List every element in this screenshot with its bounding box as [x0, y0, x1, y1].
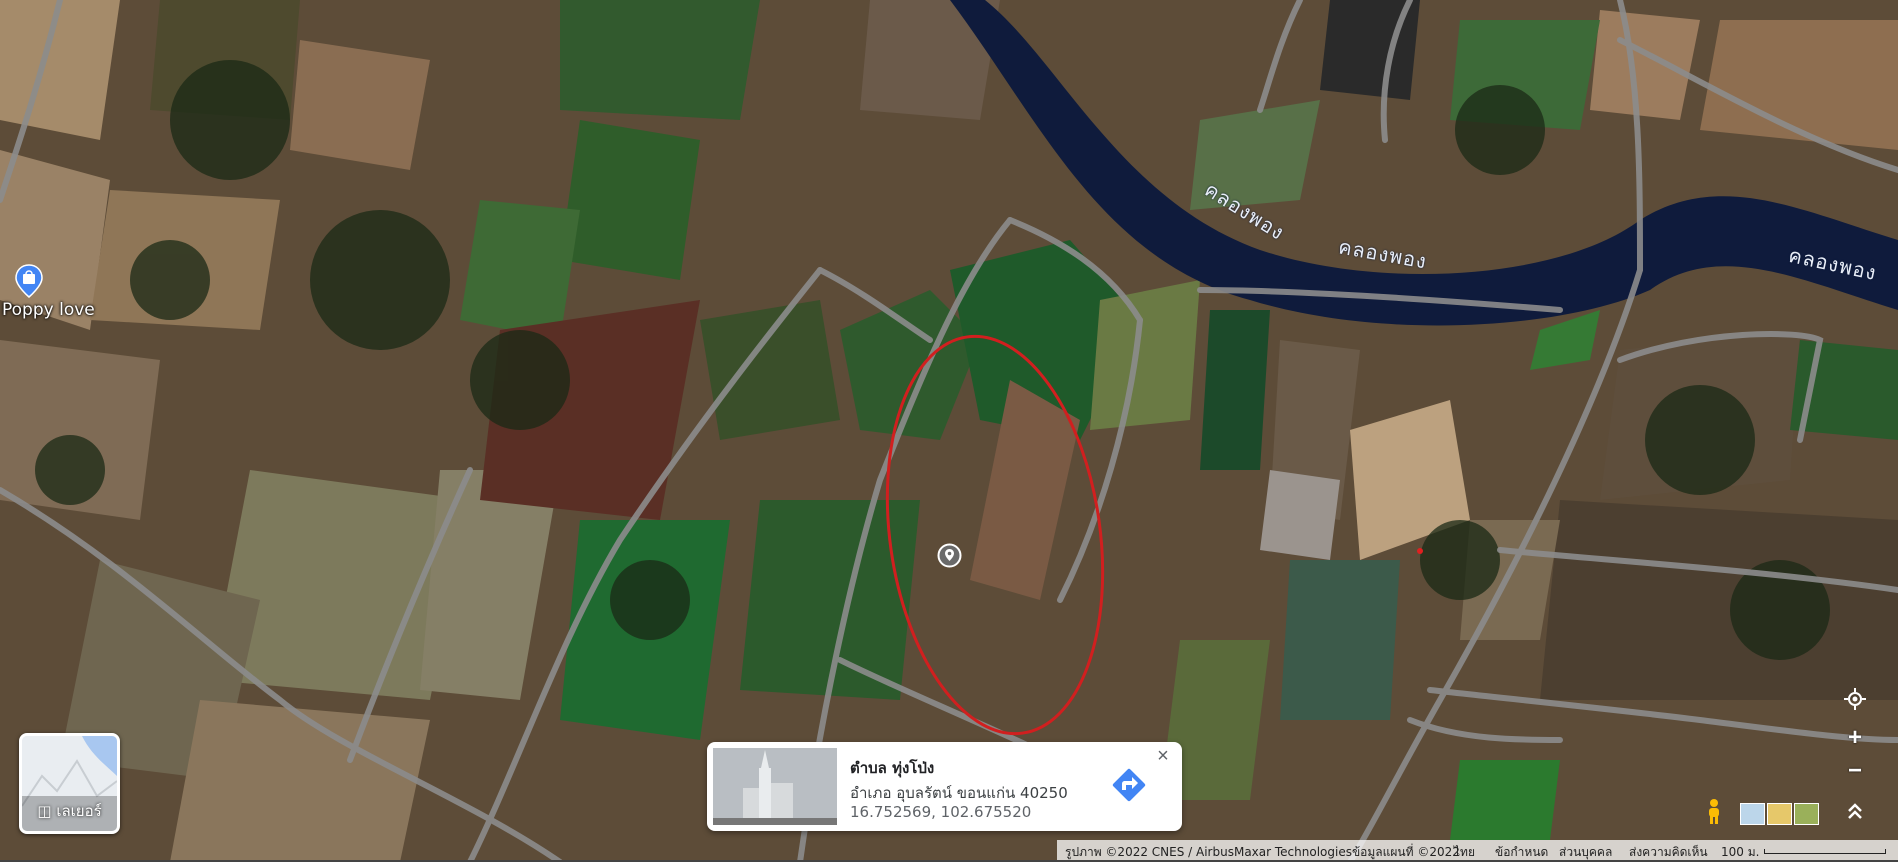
chevron-up-icon[interactable]	[1841, 797, 1869, 825]
scale-bar	[1764, 849, 1886, 854]
place-title: ตำบล ทุ่งโป่ง	[850, 759, 935, 777]
place-coordinates[interactable]: 16.752569, 102.675520	[850, 803, 1031, 821]
close-icon[interactable]: ×	[1152, 745, 1174, 767]
zoom-out-button[interactable]: −	[1841, 757, 1869, 785]
place-address: อำเภอ อุบลรัตน์ ขอนแก่น 40250	[850, 784, 1068, 802]
thumbnail-map[interactable]	[1767, 803, 1792, 825]
imagery-thumbnails[interactable]	[1740, 803, 1820, 825]
poi-label[interactable]: Poppy love	[2, 300, 95, 320]
thumbnail-terrain[interactable]	[1740, 803, 1765, 825]
map-pin-icon[interactable]	[937, 543, 962, 568]
place-info-card[interactable]: ตำบล ทุ่งโป่ง อำเภอ อุบลรัตน์ ขอนแก่น 40…	[707, 742, 1182, 831]
layers-text: เลเยอร์	[56, 802, 102, 820]
pegman-icon[interactable]	[1700, 797, 1728, 825]
layers-label: ◫ เลเยอร์	[22, 799, 117, 823]
satellite-map[interactable]	[0, 0, 1898, 862]
attribution-bar: รูปภาพ ©2022 CNES / AirbusMaxar Technolo…	[1057, 840, 1898, 860]
zoom-in-button[interactable]: +	[1841, 724, 1869, 752]
layers-icon: ◫	[37, 802, 52, 820]
place-thumbnail[interactable]	[713, 748, 837, 825]
directions-icon[interactable]	[1110, 766, 1148, 804]
shopping-bag-pin-icon[interactable]	[14, 264, 44, 298]
map-dot	[1417, 548, 1423, 554]
my-location-icon[interactable]	[1841, 685, 1869, 713]
thumbnail-satellite[interactable]	[1794, 803, 1819, 825]
layers-button[interactable]: ◫ เลเยอร์	[19, 733, 120, 834]
